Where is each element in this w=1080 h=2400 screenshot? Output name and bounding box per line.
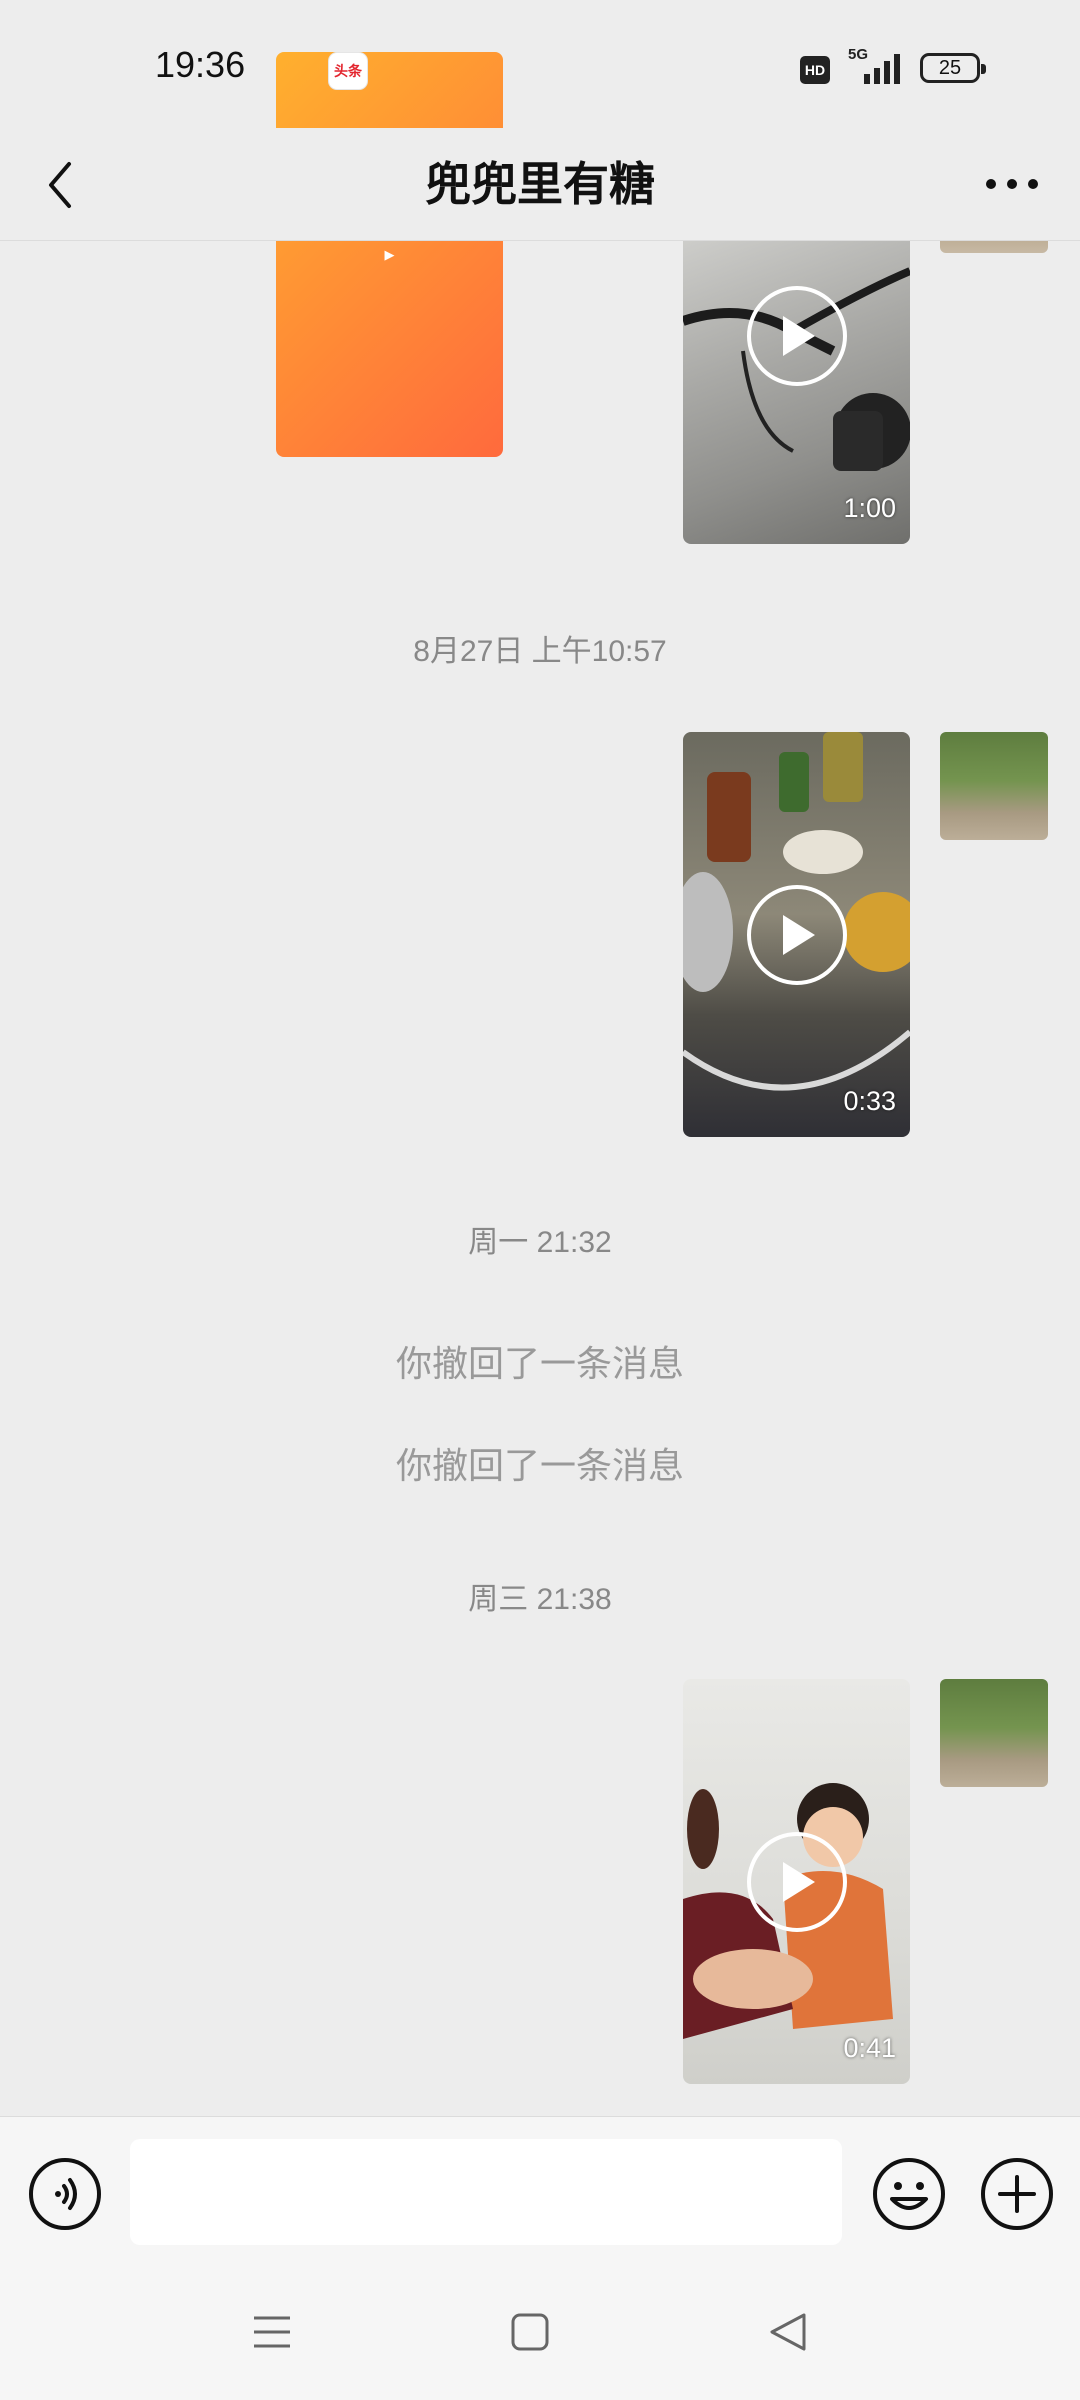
timestamp: 8月27日 上午10:57 (413, 635, 667, 668)
message-input[interactable] (130, 2139, 842, 2245)
signal-icon (864, 54, 900, 84)
video-message[interactable]: 1:00 (683, 241, 910, 544)
input-bar (0, 2116, 1080, 2271)
status-bar: 19:36 ▶ 头条 HD 5G 25 (0, 0, 1080, 457)
video-message[interactable]: 0:33 (683, 732, 910, 1137)
emoji-button[interactable] (872, 2157, 946, 2236)
recall-notice: 你撤回了一条消息 (395, 1445, 684, 1486)
plus-icon (981, 2158, 1053, 2230)
status-time: 19:36 (155, 44, 246, 85)
timestamp: 周三 21:38 (468, 1583, 612, 1616)
avatar[interactable] (940, 1679, 1048, 1787)
news-app-notification-icon: 头条 (328, 52, 368, 90)
play-icon (782, 914, 815, 955)
chat-title: 兜兜里有糖 (425, 158, 655, 210)
recall-notice: 你撤回了一条消息 (395, 1343, 684, 1384)
video-duration: 0:41 (843, 2033, 896, 2063)
voice-button[interactable] (28, 2157, 102, 2236)
avatar[interactable] (940, 732, 1048, 840)
home-icon[interactable] (510, 2312, 550, 2352)
hd-icon: HD (800, 56, 830, 84)
chat-header: 兜兜里有糖 (0, 128, 1080, 241)
avatar[interactable] (940, 241, 1048, 253)
chat-area[interactable]: 1:00 8月27日 上午10:57 0:33 周一 21:32 你撤回了一条消… (0, 241, 1080, 2116)
emoji-icon (873, 2158, 945, 2230)
timestamp: 周一 21:32 (468, 1226, 612, 1259)
video-duration: 0:33 (843, 1086, 896, 1116)
play-icon (782, 1861, 815, 1902)
back-nav-icon[interactable] (768, 2312, 808, 2352)
more-functions-button[interactable] (980, 2157, 1054, 2236)
video-message[interactable]: 0:41 (683, 1679, 910, 2084)
play-button[interactable] (746, 884, 847, 985)
more-button[interactable] (974, 154, 1050, 214)
video-duration: 1:00 (843, 493, 896, 523)
more-icon (986, 179, 1038, 189)
menu-icon[interactable] (252, 2312, 292, 2352)
play-button[interactable] (746, 1831, 847, 1932)
play-button[interactable] (746, 286, 847, 386)
battery-indicator: 25 (920, 53, 986, 83)
voice-icon (29, 2158, 101, 2230)
play-icon (782, 316, 815, 356)
system-nav-bar (0, 2270, 1080, 2400)
